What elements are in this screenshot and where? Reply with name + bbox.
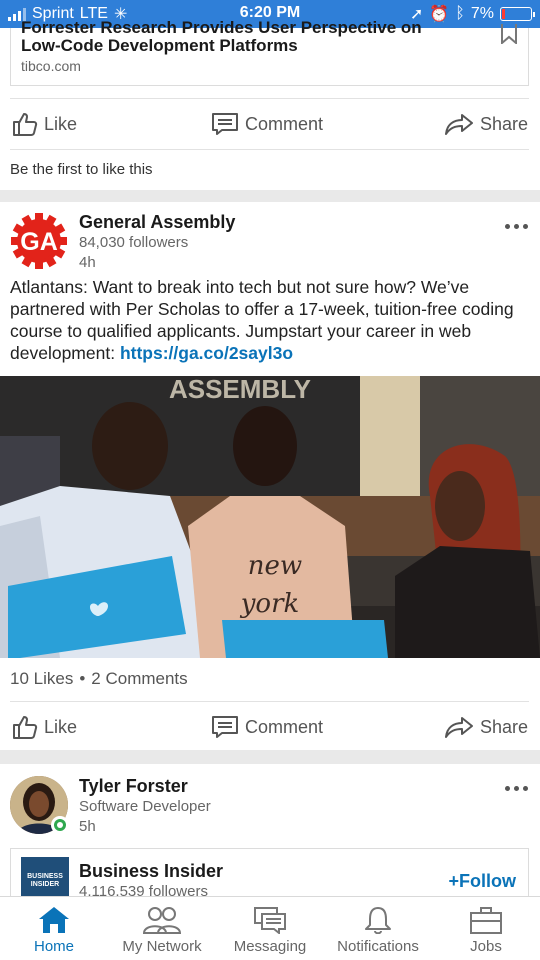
shirt-text-2: york [240, 589, 300, 619]
like-button[interactable]: Like [12, 703, 77, 751]
social-counts[interactable]: Be the first to like this [10, 161, 153, 178]
post-time: 5h [79, 818, 96, 835]
nav-label: Messaging [233, 938, 307, 955]
action-bar: Like Comment Share [0, 100, 540, 148]
bookmark-icon[interactable] [500, 24, 518, 44]
thumbs-up-icon [13, 716, 38, 739]
home-icon [39, 907, 69, 933]
feed-card-article: Forrester Research Provides User Perspec… [0, 18, 540, 190]
divider [10, 149, 529, 150]
likes-count[interactable]: 10 Likes [10, 669, 73, 688]
like-button[interactable]: Like [12, 100, 77, 148]
divider [10, 701, 529, 702]
post-body: Atlantans: Want to break into tech but n… [10, 276, 532, 364]
follow-button[interactable]: +Follow [448, 871, 516, 892]
post-link[interactable]: https://ga.co/2sayl3o [120, 343, 293, 363]
photo-sign-text: ASSEMBLY [169, 376, 311, 404]
plus-icon: + [448, 871, 459, 891]
nav-messaging[interactable]: Messaging [216, 897, 324, 960]
online-status-icon [51, 816, 69, 834]
share-label: Share [479, 716, 528, 737]
comment-icon [212, 716, 238, 738]
nav-notifications[interactable]: Notifications [324, 897, 432, 960]
author-headline: Software Developer [79, 798, 211, 815]
people-icon [142, 907, 182, 934]
post-author[interactable]: General Assembly [79, 212, 235, 233]
nav-label: My Network [122, 938, 202, 955]
nav-home[interactable]: Home [0, 897, 108, 960]
divider [10, 98, 529, 99]
nav-label: Jobs [470, 938, 502, 955]
social-counts[interactable]: 10 Likes • 2 Comments [10, 669, 188, 689]
post-author[interactable]: Tyler Forster [79, 776, 188, 797]
feed-card-post: Tyler Forster Software Developer 5h BUSI… [0, 764, 540, 908]
post-photo: ASSEMBLY new york [0, 376, 540, 658]
nav-label: Home [33, 938, 74, 955]
company-logo[interactable]: GA [10, 212, 68, 270]
like-label: Like [44, 113, 78, 134]
post-time: 4h [79, 254, 96, 271]
share-button[interactable]: Share [444, 100, 528, 148]
comment-button[interactable]: Comment [211, 703, 323, 751]
shirt-text-1: new [248, 551, 302, 581]
article-source: tibco.com [21, 58, 81, 74]
comments-count[interactable]: 2 Comments [91, 669, 187, 688]
nav-my-network[interactable]: My Network [108, 897, 216, 960]
share-icon [444, 114, 473, 135]
nav-jobs[interactable]: Jobs [432, 897, 540, 960]
post-image[interactable]: ASSEMBLY new york [0, 376, 540, 658]
share-icon [444, 717, 473, 738]
battery-icon [500, 7, 535, 21]
share-button[interactable]: Share [444, 703, 528, 751]
comment-label: Comment [245, 716, 324, 737]
action-bar: Like Comment Share [0, 703, 540, 751]
article-title-line1: Forrester Research Provides User Perspec… [21, 18, 422, 37]
comment-button[interactable]: Comment [211, 100, 323, 148]
bottom-nav: Home My Network Messaging Notifications … [0, 896, 540, 960]
article-link-card[interactable]: Forrester Research Provides User Perspec… [10, 18, 529, 86]
more-options-icon[interactable] [505, 224, 528, 229]
like-label: Like [44, 716, 78, 737]
share-label: Share [479, 113, 528, 134]
briefcase-icon [470, 907, 502, 934]
separator-dot: • [79, 669, 86, 688]
more-options-icon[interactable] [505, 786, 528, 791]
comment-label: Comment [245, 113, 324, 134]
nav-label: Notifications [337, 938, 419, 955]
feed-card-post: GA General Assembly 84,030 followers 4h … [0, 202, 540, 750]
article-title-line2: Low-Code Development Platforms [21, 36, 298, 55]
messaging-icon [254, 907, 286, 934]
follow-label: Follow [459, 871, 516, 891]
company-name[interactable]: Business Insider [79, 861, 223, 882]
bell-icon [365, 907, 391, 934]
svg-text:GA: GA [20, 228, 58, 256]
thumbs-up-icon [13, 113, 38, 136]
author-followers: 84,030 followers [79, 234, 189, 251]
comment-icon [212, 113, 238, 135]
